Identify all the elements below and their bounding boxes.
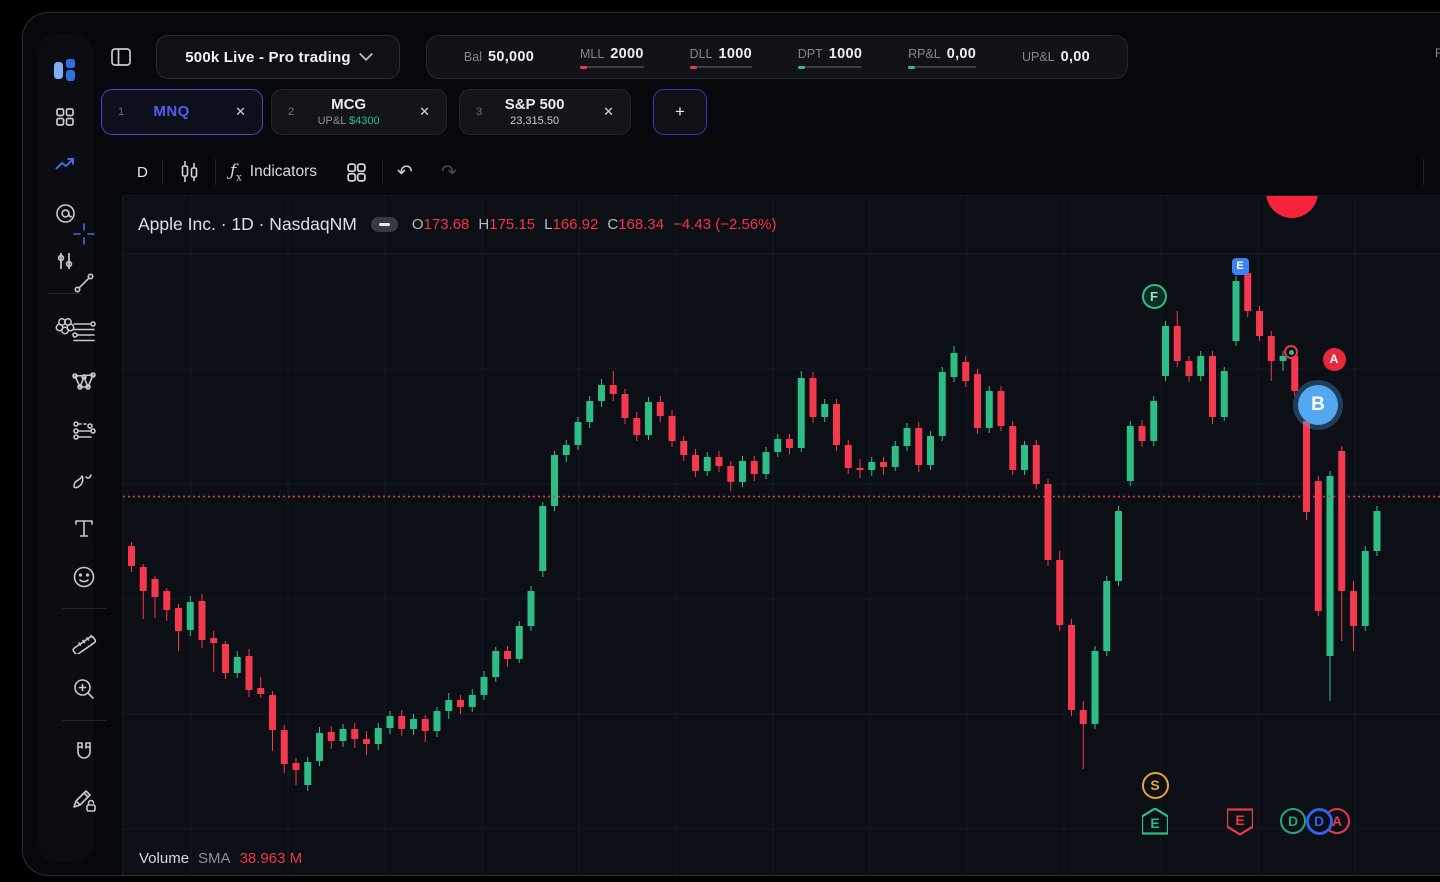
drawing-lock-icon[interactable]	[64, 781, 104, 821]
fx-icon: ƒx	[230, 161, 242, 183]
account-stats-bar: Bal50,000 MLL2000 DLL1000 DPT1000 RP&L0,…	[426, 35, 1128, 79]
ruler-icon[interactable]	[64, 620, 104, 660]
tab-mnq[interactable]: 1 MNQ ✕	[101, 89, 263, 135]
marker-badge-S[interactable]: S	[1142, 772, 1169, 799]
text-icon[interactable]	[64, 508, 104, 548]
symbol-title: Apple Inc. · 1D · NasdaqNM	[138, 214, 357, 235]
stat-rpl: RP&L0,00	[908, 46, 976, 68]
interval-button[interactable]: D	[123, 164, 162, 181]
add-tab-button[interactable]: +	[653, 89, 707, 135]
marker-badge-B[interactable]: B	[1298, 385, 1338, 425]
toolbar-divider	[62, 720, 106, 721]
redo-button[interactable]: ↷	[427, 161, 471, 184]
drawing-toolbar	[45, 196, 123, 875]
trend-up-icon[interactable]	[45, 145, 85, 185]
marker-badge-D[interactable]: D	[1306, 808, 1333, 835]
brush-icon[interactable]	[64, 459, 104, 499]
candles-icon[interactable]	[163, 159, 215, 185]
xabcd-pattern-icon[interactable]	[64, 361, 104, 401]
symbol-tabs: 1 MNQ ✕ 2 MCG UP&L $4300 ✕ 3 S&P 500 23,…	[101, 89, 1440, 135]
indicators-button[interactable]: ƒx Indicators	[216, 161, 331, 183]
stat-dll: DLL1000	[690, 46, 752, 68]
close-icon[interactable]: ✕	[603, 104, 614, 120]
forecast-icon[interactable]	[64, 410, 104, 450]
stat-mll: MLL2000	[580, 46, 644, 68]
change-value: −4.43 (−2.56%)	[673, 216, 776, 233]
close-icon[interactable]: ✕	[419, 104, 430, 120]
chart-legend: Apple Inc. · 1D · NasdaqNM O173.68 H175.…	[138, 214, 777, 235]
dashboard-grid-icon[interactable]	[45, 97, 85, 137]
emoji-icon[interactable]	[64, 557, 104, 597]
marker-badge-E[interactable]: E	[1227, 808, 1253, 834]
fib-retracement-icon[interactable]	[64, 312, 104, 352]
magnet-icon[interactable]	[64, 732, 104, 772]
toolbar-divider	[62, 608, 106, 609]
chart-toolbar: D ƒx Indicators ↶ ↷	[123, 149, 1440, 196]
volume-legend: Volume SMA 38.963 M	[139, 850, 302, 867]
marker-badge-E[interactable]: E	[1232, 258, 1249, 275]
zoom-in-icon[interactable]	[64, 669, 104, 709]
chart-pane[interactable]: Apple Inc. · 1D · NasdaqNM O173.68 H175.…	[123, 196, 1440, 875]
crosshair-icon[interactable]	[64, 214, 104, 254]
undo-button[interactable]: ↶	[383, 161, 427, 184]
layout-grid-icon[interactable]	[331, 161, 382, 184]
legend-toggle[interactable]	[371, 217, 398, 232]
account-label: 500k Live - Pro trading	[185, 49, 350, 66]
refresh-rate-text: Refresh rate	[1435, 46, 1440, 60]
marker-badge-F[interactable]: F	[1142, 284, 1167, 309]
candlestick-chart[interactable]	[123, 196, 1440, 875]
ohlc-values: O173.68 H175.15 L166.92 C168.34 −4.43 (−…	[412, 216, 777, 233]
app-logo[interactable]	[45, 49, 85, 89]
sidebar-toggle-icon[interactable]	[109, 45, 133, 69]
trend-line-icon[interactable]	[64, 263, 104, 303]
stat-balance: Bal50,000	[464, 49, 534, 65]
tab-mcg[interactable]: 2 MCG UP&L $4300 ✕	[271, 89, 447, 135]
app-window: 500k Live - Pro trading Bal50,000 MLL200…	[22, 12, 1440, 876]
close-icon[interactable]: ✕	[235, 104, 246, 120]
marker-badge-A[interactable]: A	[1323, 348, 1346, 371]
marker-badge-D[interactable]: D	[1280, 808, 1306, 834]
stat-dpt: DPT1000	[798, 46, 862, 68]
account-selector[interactable]: 500k Live - Pro trading	[156, 35, 400, 79]
stat-upl: UP&L0,00	[1022, 49, 1090, 65]
tab-sp500[interactable]: 3 S&P 500 23,315.50 ✕	[459, 89, 631, 135]
top-bar: 500k Live - Pro trading Bal50,000 MLL200…	[101, 35, 1440, 79]
marker-badge-mini[interactable]	[1284, 345, 1298, 359]
marker-badge-E[interactable]: E	[1142, 808, 1168, 834]
chevron-down-icon	[359, 47, 373, 61]
